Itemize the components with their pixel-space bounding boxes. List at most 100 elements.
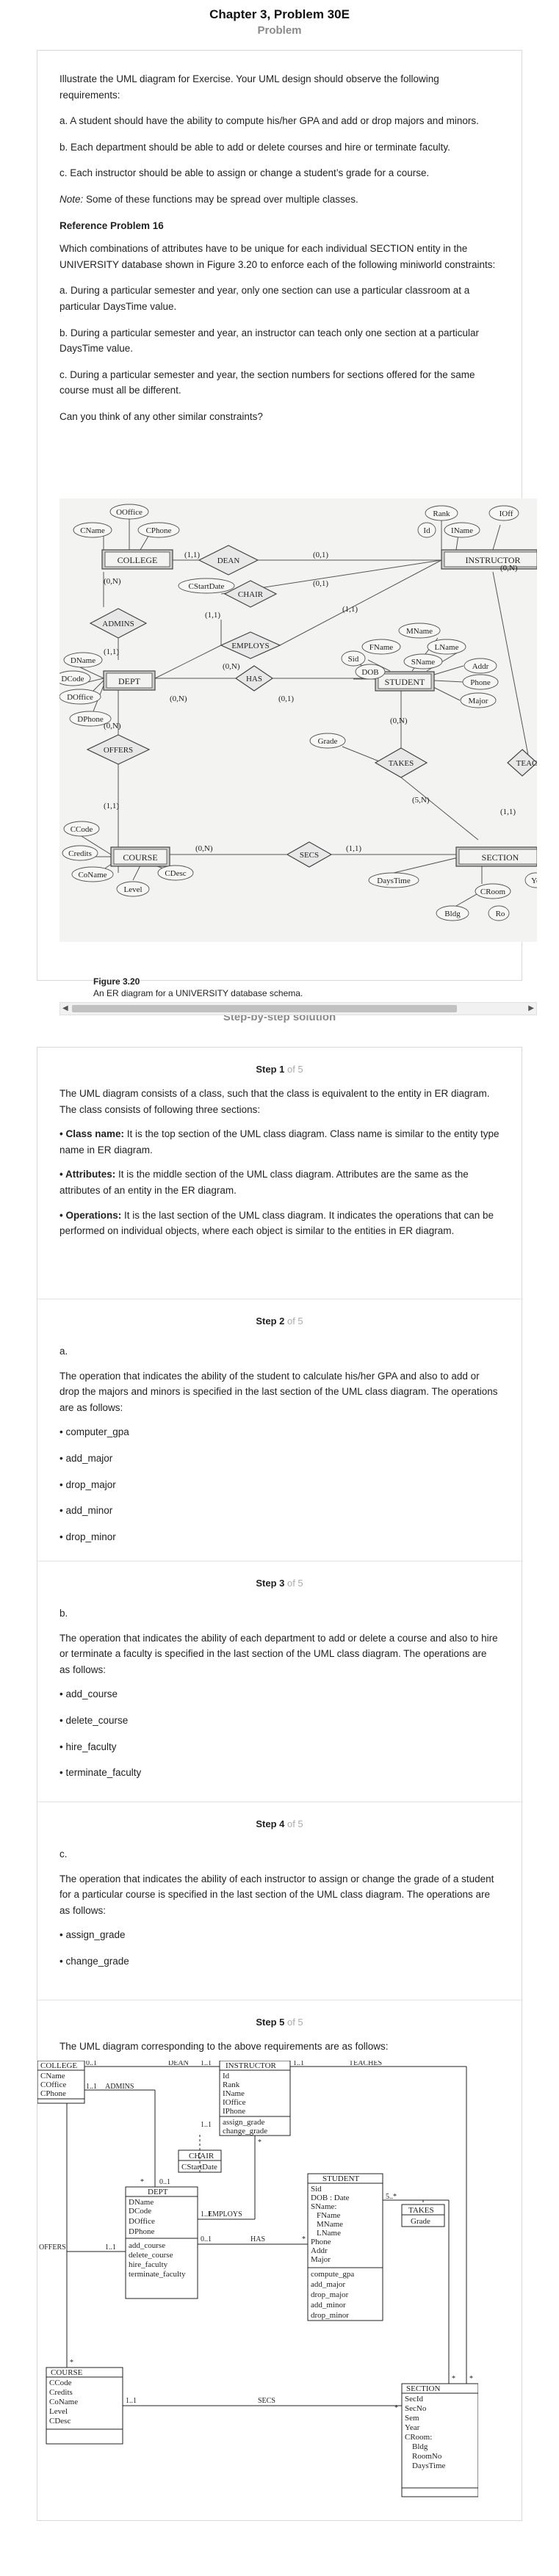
svg-text:SName: SName (411, 658, 436, 667)
uml-attr: Phone (311, 2238, 331, 2246)
scroll-right-icon[interactable]: ▶ (528, 1003, 534, 1015)
step-number: Step 1 (256, 1064, 285, 1075)
problem-card: Illustrate the UML diagram for Exercise.… (37, 50, 537, 1015)
step-number: Step 4 (256, 1818, 285, 1829)
note-label: Note: (59, 193, 84, 205)
step-5-heading: Step 5 of 5 (59, 2000, 500, 2039)
svg-text:TAKES: TAKES (389, 759, 414, 768)
svg-text:CStartDate: CStartDate (189, 582, 225, 591)
list-item: • delete_course (59, 1714, 129, 1726)
svg-text:Sid: Sid (348, 655, 359, 664)
uml-op: compute_gpa (311, 2270, 354, 2279)
multiplicity: * (258, 2138, 262, 2147)
step-5: Step 5 of 5 The UML diagram correspondin… (37, 2000, 522, 2520)
svg-text:(0,N): (0,N) (500, 564, 518, 573)
svg-text:Credits: Credits (68, 849, 92, 858)
bullet-label: • Class name: (59, 1128, 125, 1140)
svg-text:DEPT: DEPT (118, 676, 141, 686)
student-class-name: STUDENT (322, 2174, 359, 2183)
uml-attr: FName (317, 2211, 341, 2220)
uml-attr: CCode (49, 2379, 72, 2387)
figure-horizontal-scrollbar[interactable]: ◀ ▶ (59, 1002, 537, 1015)
uml-attr: SName: (311, 2202, 336, 2211)
svg-text:(0,1): (0,1) (278, 694, 294, 703)
svg-text:TEAC: TEAC (516, 759, 537, 768)
uml-attr: DCode (129, 2207, 151, 2216)
uml-attr: LName (317, 2229, 341, 2238)
svg-text:EMPLOYS: EMPLOYS (231, 642, 269, 650)
svg-text:(1,1): (1,1) (104, 647, 119, 656)
uml-op: add_major (311, 2280, 345, 2289)
list-item: • computer_gpa (59, 1426, 129, 1438)
solution-card: Step 1 of 5 The UML diagram consists of … (37, 1047, 522, 2521)
uml-instructor: INSTRUCTOR Id Rank IName IOffice IPhone … (223, 2061, 277, 2136)
uml-op: add_course (129, 2241, 165, 2250)
svg-text:CPhone: CPhone (146, 526, 172, 535)
step-3-text: The operation that indicates the ability… (59, 1632, 498, 1675)
uml-attr: Year (405, 2423, 420, 2432)
step-number: Step 2 (256, 1316, 285, 1327)
uml-attr: Grade (411, 2217, 430, 2226)
requirement-b: b. Each department should be able to add… (59, 141, 450, 153)
bullet-text: It is the last section of the UML class … (59, 1209, 494, 1237)
scroll-left-icon[interactable]: ◀ (62, 1003, 68, 1015)
uml-attr: MName (317, 2220, 343, 2229)
note-text: Some of these functions may be spread ov… (83, 193, 358, 205)
multiplicity: 0..1 (159, 2178, 170, 2186)
step-3-heading: Step 3 of 5 (59, 1561, 500, 1600)
problem-label: Problem (257, 24, 302, 37)
requirement-c: c. Each instructor should be able to ass… (59, 167, 430, 179)
step-2-heading: Step 2 of 5 (59, 1299, 500, 1338)
uml-op: terminate_faculty (129, 2270, 186, 2279)
assoc-secs: SECS (258, 2397, 275, 2405)
assoc-employs: EMPLOYS (208, 2210, 242, 2218)
assoc-has: HAS (250, 2235, 265, 2243)
svg-text:MName: MName (406, 627, 433, 636)
uml-attr: DOB : Date (311, 2194, 350, 2202)
svg-text:IName: IName (451, 526, 473, 535)
svg-text:(1,1): (1,1) (104, 802, 119, 810)
step-of: of 5 (284, 2017, 303, 2028)
step-number: Step 5 (256, 2017, 285, 2028)
requirement-a: a. A student should have the ability to … (59, 115, 479, 127)
svg-text:Id: Id (423, 526, 430, 535)
figure-caption-text: An ER diagram for a UNIVERSITY database … (93, 988, 303, 999)
reference-a: a. During a particular semester and year… (59, 285, 470, 312)
multiplicity: 0..1 (86, 2061, 97, 2067)
multiplicity: 0..1 (201, 2235, 212, 2243)
multiplicity: 1..1 (293, 2061, 304, 2067)
takes-class-name: TAKES (408, 2206, 434, 2215)
svg-text:Rank: Rank (433, 509, 450, 518)
svg-text:(0,N): (0,N) (104, 577, 121, 586)
svg-text:DName: DName (71, 656, 95, 665)
uml-attr: IOffice (223, 2098, 246, 2107)
svg-text:(0,N): (0,N) (223, 662, 240, 671)
svg-text:DCode: DCode (61, 675, 84, 683)
scrollbar-thumb[interactable] (72, 1005, 457, 1012)
operations-bullet: • Operations: It is the last section of … (59, 1208, 500, 1239)
uml-dept: DEPT DName DCode DOffice DPhone add_cour… (129, 2188, 186, 2279)
dept-class-name: DEPT (148, 2188, 168, 2196)
list-item: • hire_faculty (59, 1741, 117, 1752)
svg-text:Ro: Ro (496, 910, 505, 918)
svg-text:CDesc: CDesc (165, 869, 186, 878)
step-2-text: The operation that indicates the ability… (59, 1370, 498, 1413)
assoc-teaches: TEACHES (349, 2061, 382, 2067)
svg-text:SECTION: SECTION (482, 852, 519, 863)
list-item: • drop_minor (59, 1531, 116, 1542)
figure-caption: Figure 3.20 An ER diagram for a UNIVERSI… (93, 976, 303, 999)
class-name-bullet: • Class name: It is the top section of t… (59, 1126, 500, 1158)
svg-text:(5,N): (5,N) (412, 796, 430, 805)
svg-text:OOffice: OOffice (116, 508, 143, 517)
uml-attr: Addr (311, 2246, 328, 2255)
svg-text:CoName: CoName (78, 871, 107, 879)
uml-takes: TAKES Grade (408, 2206, 434, 2226)
uml-section: SECTION SecId SecNo Sem Year CRoom: Bldg… (405, 2384, 446, 2470)
uml-attr: CPhone (40, 2089, 66, 2098)
svg-text:DPhone: DPhone (77, 715, 104, 724)
svg-text:CHAIR: CHAIR (238, 590, 264, 599)
svg-text:ADMINS: ADMINS (102, 620, 134, 628)
attributes-bullet: • Attributes: It is the middle section o… (59, 1167, 500, 1198)
uml-op: delete_course (129, 2251, 173, 2260)
svg-text:(0,N): (0,N) (195, 844, 213, 853)
